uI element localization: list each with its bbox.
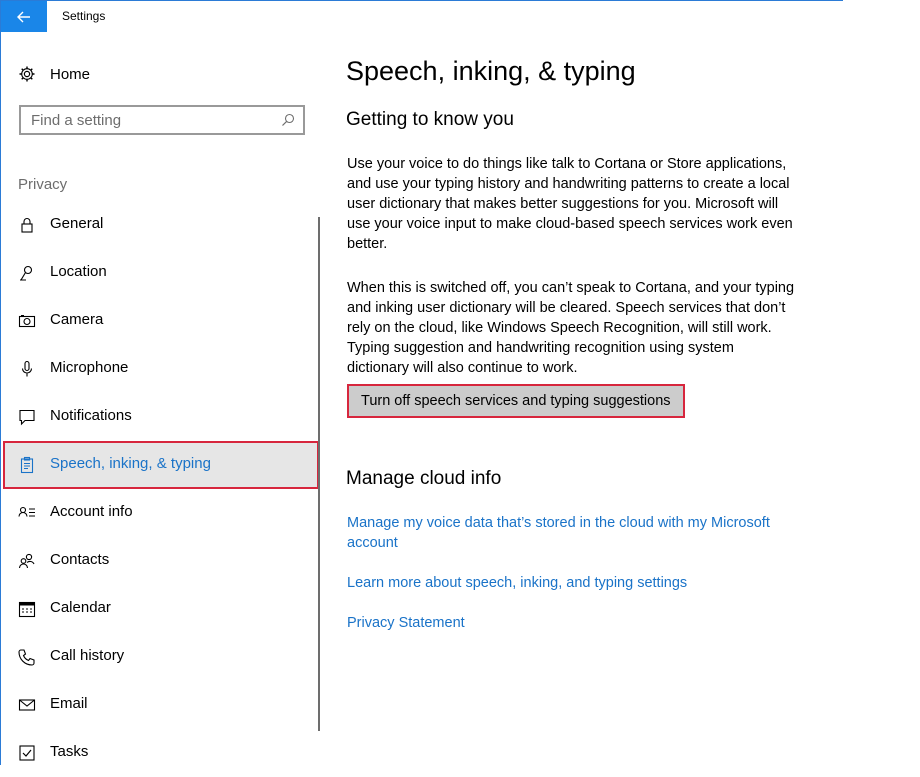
sidebar-nav: General Location Camera Microphone Notif… <box>3 201 319 777</box>
sidebar-item-account-info[interactable]: Account info <box>3 489 319 537</box>
sidebar-item-label: Microphone <box>50 359 129 376</box>
manage-voice-data-link[interactable]: Manage my voice data that’s stored in th… <box>347 513 807 553</box>
window-title: Settings <box>62 9 106 23</box>
sidebar-item-home[interactable]: Home <box>18 64 90 84</box>
title-bar: Settings <box>1 1 843 32</box>
privacy-statement-link[interactable]: Privacy Statement <box>347 613 807 633</box>
contacts-icon <box>18 552 36 570</box>
back-button[interactable] <box>1 1 47 32</box>
microphone-icon <box>18 360 36 378</box>
learn-more-link[interactable]: Learn more about speech, inking, and typ… <box>347 573 807 593</box>
section-heading-manage-cloud-info: Manage cloud info <box>346 468 502 489</box>
sidebar-item-label: Speech, inking, & typing <box>50 455 211 472</box>
search-icon <box>282 113 295 126</box>
sidebar-item-speech-inking-typing[interactable]: Speech, inking, & typing <box>3 441 319 489</box>
settings-window: Settings Home Find a setting Privacy Gen… <box>0 0 843 765</box>
sidebar-item-label: Camera <box>50 311 104 328</box>
sidebar-item-contacts[interactable]: Contacts <box>3 537 319 585</box>
sidebar-item-call-history[interactable]: Call history <box>3 633 319 681</box>
sidebar-scrollbar[interactable] <box>318 217 320 731</box>
search-placeholder: Find a setting <box>31 112 122 129</box>
back-arrow-icon <box>17 11 30 22</box>
description-paragraph: Use your voice to do things like talk to… <box>347 156 793 252</box>
sidebar-item-label: Tasks <box>50 743 89 760</box>
section-heading-getting-to-know-you: Getting to know you <box>346 109 514 130</box>
page-title: Speech, inking, & typing <box>346 56 636 86</box>
notification-icon <box>18 408 36 426</box>
sidebar-item-notifications[interactable]: Notifications <box>3 393 319 441</box>
search-input[interactable]: Find a setting <box>19 105 305 135</box>
sidebar-item-label: Calendar <box>50 599 111 616</box>
sidebar-item-label: Email <box>50 695 88 712</box>
sidebar-item-location[interactable]: Location <box>3 249 319 297</box>
switch-off-description: When this is switched off, you can’t spe… <box>347 280 795 376</box>
privacy-section-label: Privacy <box>18 176 68 193</box>
sidebar-item-microphone[interactable]: Microphone <box>3 345 319 393</box>
sidebar-item-label: Contacts <box>50 551 110 568</box>
sidebar-item-label: Location <box>50 263 107 280</box>
sidebar-item-calendar[interactable]: Calendar <box>3 585 319 633</box>
camera-icon <box>18 312 36 330</box>
sidebar-item-camera[interactable]: Camera <box>3 297 319 345</box>
gear-icon <box>18 65 36 83</box>
turn-off-speech-services-button[interactable]: Turn off speech services and typing sugg… <box>347 384 685 418</box>
location-pin-icon <box>18 264 36 282</box>
home-label: Home <box>50 65 91 83</box>
email-icon <box>18 696 36 714</box>
account-info-icon <box>18 504 36 522</box>
calendar-icon <box>18 600 36 618</box>
sidebar-item-label: Call history <box>50 647 125 664</box>
sidebar-item-label: General <box>50 215 104 232</box>
sidebar-item-label: Notifications <box>50 407 132 424</box>
sidebar-item-label: Account info <box>50 503 133 520</box>
clipboard-icon <box>18 456 36 474</box>
sidebar-item-tasks[interactable]: Tasks <box>3 729 319 777</box>
sidebar-item-email[interactable]: Email <box>3 681 319 729</box>
tasks-icon <box>18 744 36 762</box>
lock-icon <box>18 216 36 234</box>
call-history-icon <box>18 648 36 666</box>
sidebar-item-general[interactable]: General <box>3 201 319 249</box>
